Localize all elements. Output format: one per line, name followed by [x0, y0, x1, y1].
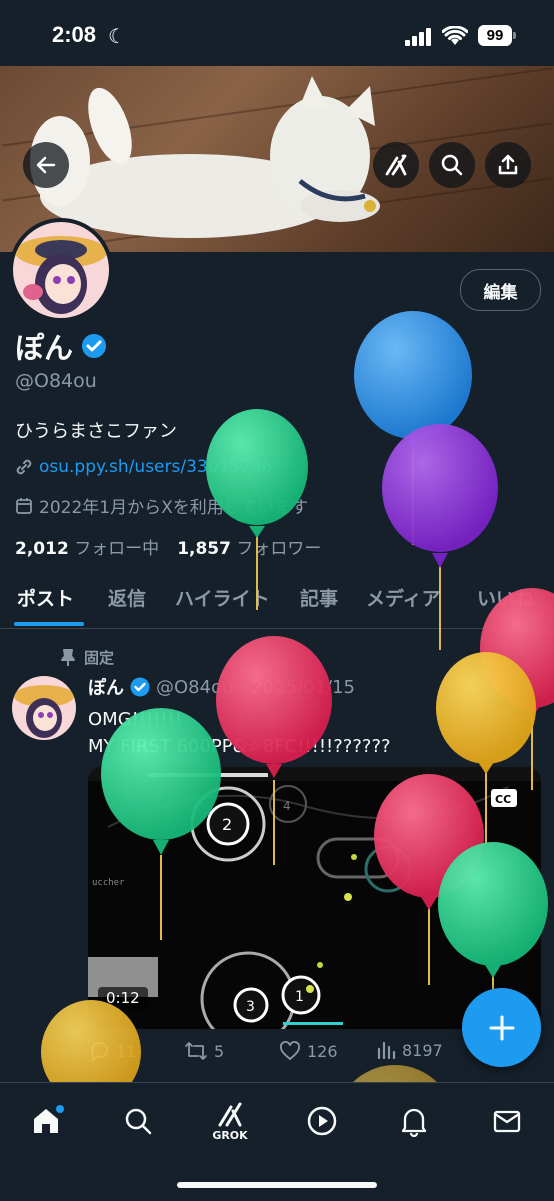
nav-grok[interactable]: GROK	[210, 1095, 250, 1145]
home-indicator	[177, 1182, 377, 1188]
grok-icon	[218, 1102, 242, 1126]
grok-label: GROK	[212, 1128, 248, 1142]
notification-dot	[56, 1105, 64, 1113]
nav-home[interactable]	[26, 1101, 66, 1141]
play-icon	[307, 1106, 337, 1136]
balloon-purple	[382, 424, 498, 650]
nav-video[interactable]	[302, 1101, 342, 1141]
nav-search[interactable]	[118, 1101, 158, 1141]
plus-icon	[489, 1015, 514, 1040]
balloon-green	[206, 409, 308, 610]
bell-icon	[401, 1108, 427, 1137]
search-icon	[125, 1108, 152, 1135]
mail-icon	[493, 1110, 521, 1133]
nav-notifications[interactable]	[394, 1101, 434, 1141]
balloon-red	[216, 636, 332, 865]
balloon-green	[101, 708, 221, 940]
compose-post-button[interactable]	[462, 988, 541, 1067]
nav-messages[interactable]	[487, 1101, 527, 1141]
